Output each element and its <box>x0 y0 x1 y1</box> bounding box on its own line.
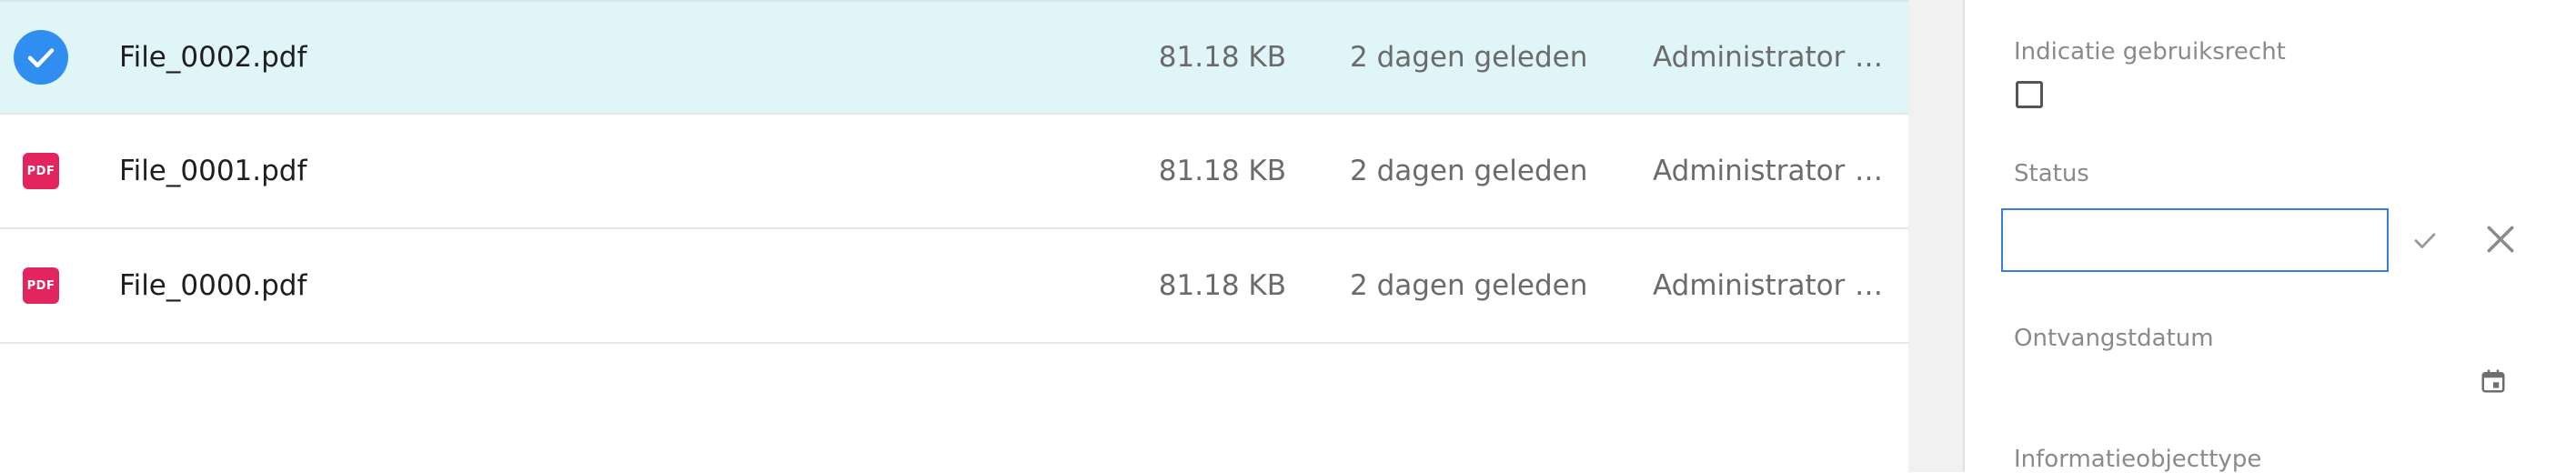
file-owner: Administrator <box>1653 269 1846 302</box>
file-row[interactable]: PDF File_0000.pdf 81.18 KB 2 dagen geled… <box>0 229 1908 344</box>
details-panel: Indicatie gebruiksrecht Status Ontvangst… <box>1963 0 2576 473</box>
status-input[interactable] <box>2001 208 2389 272</box>
file-modified: 2 dagen geleden <box>1350 269 1588 302</box>
pdf-icon: PDF <box>13 143 69 199</box>
file-modified: 2 dagen geleden <box>1350 155 1588 187</box>
file-row[interactable]: PDF File_0001.pdf 81.18 KB 2 dagen geled… <box>0 115 1908 229</box>
file-size: 81.18 KB <box>1158 155 1286 187</box>
file-size: 81.18 KB <box>1158 269 1286 302</box>
file-size: 81.18 KB <box>1158 41 1286 74</box>
calendar-icon[interactable] <box>2476 364 2511 398</box>
file-owner: Administrator <box>1653 41 1846 74</box>
file-owner: Administrator <box>1653 155 1846 187</box>
owner-ellipsis: … <box>1855 155 1883 187</box>
status-label: Status <box>2014 160 2089 187</box>
file-modified: 2 dagen geleden <box>1350 41 1588 74</box>
file-name[interactable]: File_0000.pdf <box>119 269 307 302</box>
owner-ellipsis: … <box>1855 269 1883 302</box>
usage-rights-checkbox[interactable] <box>2016 81 2043 108</box>
file-name[interactable]: File_0001.pdf <box>119 155 307 187</box>
file-list: File_0002.pdf 81.18 KB 2 dagen geleden A… <box>0 0 1908 472</box>
check-circle-icon[interactable] <box>13 29 69 86</box>
file-name[interactable]: File_0002.pdf <box>119 41 307 74</box>
info-object-type-label: Informatieobjecttype <box>2014 446 2262 473</box>
usage-rights-label: Indicatie gebruiksrecht <box>2014 38 2286 65</box>
confirm-icon[interactable] <box>2407 222 2443 258</box>
close-icon[interactable] <box>2480 218 2521 260</box>
received-date-label: Ontvangstdatum <box>2014 325 2214 352</box>
panel-divider <box>1908 0 1963 472</box>
owner-ellipsis: … <box>1855 41 1883 74</box>
pdf-icon: PDF <box>13 257 69 314</box>
file-row[interactable]: File_0002.pdf 81.18 KB 2 dagen geleden A… <box>0 0 1908 115</box>
